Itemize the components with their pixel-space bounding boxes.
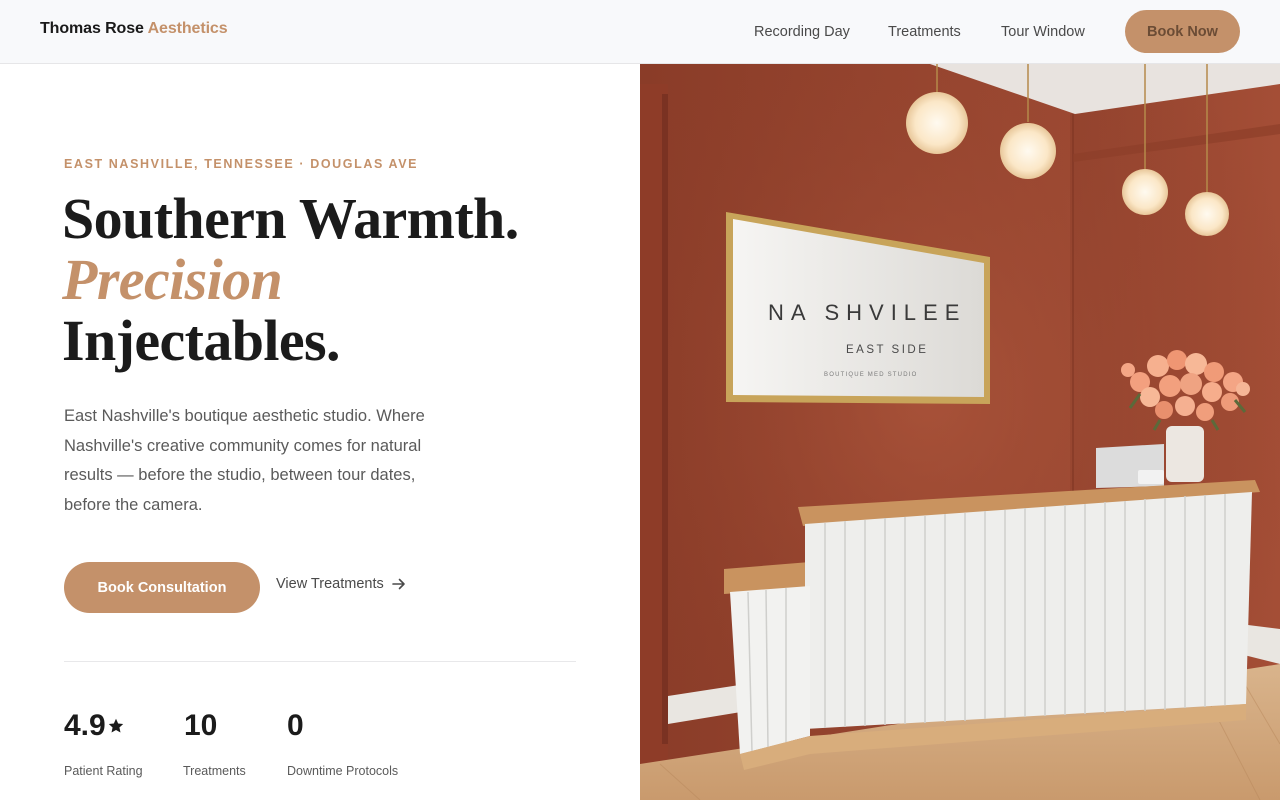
nav-link-treatments[interactable]: Treatments bbox=[888, 24, 961, 40]
stat-label: Treatments bbox=[183, 764, 246, 778]
reception-photo: NA SHVILEE EAST SIDE BOUTIQUE MED STUDIO bbox=[640, 64, 1280, 800]
hero-description: East Nashville's boutique aesthetic stud… bbox=[64, 407, 425, 514]
hero-headline: Southern Warmth. Precision Injectables. bbox=[62, 188, 519, 371]
stat-value: 10 bbox=[184, 709, 218, 742]
nav-link-tour-window[interactable]: Tour Window bbox=[1001, 24, 1085, 40]
view-treatments-label: View Treatments bbox=[276, 576, 384, 592]
arrow-right-icon bbox=[391, 577, 406, 591]
brand-logo[interactable]: Thomas Rose Aesthetics bbox=[40, 20, 228, 38]
view-treatments-link[interactable]: View Treatments bbox=[276, 576, 406, 592]
sign-title: NA SHVILEE bbox=[768, 300, 966, 325]
nav-link-recording-day[interactable]: Recording Day bbox=[754, 24, 850, 40]
headline-line-2: Precision bbox=[62, 247, 283, 312]
stat-value: 4.9 bbox=[64, 709, 106, 742]
brand-name: Thomas Rose bbox=[40, 20, 144, 37]
top-navigation-bar: Thomas Rose Aesthetics Recording Day Tre… bbox=[0, 0, 1280, 64]
stat-value: 0 bbox=[287, 709, 304, 742]
stat-patient-rating: 4.9 Patient Rating bbox=[64, 708, 143, 778]
location-eyebrow: EAST NASHVILLE, TENNESSEE · DOUGLAS AVE bbox=[64, 157, 419, 171]
brand-accent: Aesthetics bbox=[147, 20, 228, 37]
stat-treatments: 10 Treatments bbox=[183, 708, 246, 778]
book-consultation-button[interactable]: Book Consultation bbox=[64, 562, 260, 613]
book-now-button[interactable]: Book Now bbox=[1125, 10, 1240, 53]
stat-label: Patient Rating bbox=[64, 764, 143, 778]
sign-subtitle: EAST SIDE bbox=[846, 344, 928, 356]
stats-divider bbox=[64, 661, 576, 662]
headline-line-1: Southern Warmth. bbox=[62, 186, 519, 251]
sign-small: BOUTIQUE MED STUDIO bbox=[824, 372, 917, 378]
stat-label: Downtime Protocols bbox=[287, 764, 399, 778]
star-icon bbox=[106, 708, 125, 744]
stat-downtime: 0 Downtime Protocols bbox=[287, 708, 398, 778]
headline-line-3: Injectables. bbox=[62, 308, 341, 373]
